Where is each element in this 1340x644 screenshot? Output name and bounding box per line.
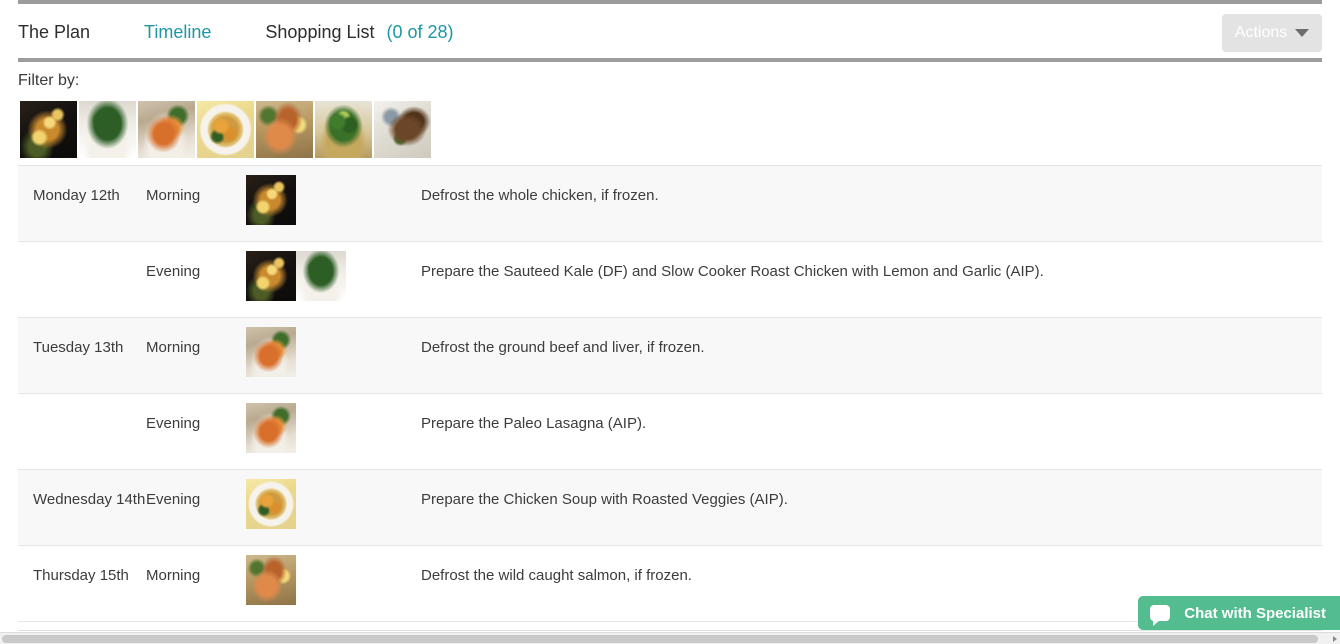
row-description: Defrost the whole chicken, if frozen. (421, 187, 659, 204)
page-root: The Plan Timeline Shopping List (0 of 28… (0, 0, 1340, 644)
row-thumbnail-group (246, 546, 421, 614)
row-time-label: Morning (146, 567, 201, 584)
actions-button[interactable]: Actions (1222, 14, 1322, 52)
table-row: Thursday 15th Morning Defrost the wild cau… (18, 546, 1322, 622)
row-time-label: Morning (146, 339, 201, 356)
row-thumbnail-group (246, 394, 421, 462)
row-thumbnail-paleo-lasagna[interactable] (246, 327, 296, 377)
nav-item-shopping-list[interactable]: Shopping List (265, 21, 374, 43)
row-time-label: Morning (146, 187, 201, 204)
top-divider (18, 0, 1322, 4)
scrollbar-thumb[interactable] (2, 635, 1318, 643)
row-day-label: Thursday 15th (33, 567, 129, 584)
row-thumbnail-wild-caught-salmon[interactable] (246, 555, 296, 605)
filter-thumbnail-roast-meat-plate[interactable] (374, 101, 431, 158)
row-description: Defrost the ground beef and liver, if fr… (421, 339, 705, 356)
row-thumbnail-group (246, 470, 421, 538)
table-row: Evening Prepare the Paleo Lasagna (AIP). (18, 394, 1322, 470)
row-day-label: Monday 12th (33, 187, 120, 204)
filter-thumbnail-paleo-lasagna[interactable] (138, 101, 195, 158)
actions-button-label: Actions (1234, 24, 1288, 41)
chat-with-specialist-button[interactable]: Chat with Specialist (1138, 596, 1340, 630)
row-description: Prepare the Paleo Lasagna (AIP). (421, 415, 647, 432)
row-time-label: Evening (146, 263, 201, 280)
shopping-list-count[interactable]: (0 of 28) (387, 22, 454, 43)
chevron-down-icon (1295, 29, 1310, 37)
row-description: Defrost the wild caught salmon, if froze… (421, 567, 692, 584)
row-description: Prepare the Chicken Soup with Roasted Ve… (421, 491, 788, 508)
row-day-label (18, 394, 146, 415)
table-row: Monday 12th Morning Defrost the whole chic… (18, 166, 1322, 242)
filter-thumbnail-chicken-soup-roasted-veggies[interactable] (197, 101, 254, 158)
row-thumbnail-slow-cooker-roast-chicken[interactable] (246, 175, 296, 225)
horizontal-scrollbar[interactable] (0, 632, 1340, 644)
row-thumbnail-group (246, 242, 421, 310)
row-time-label: Evening (146, 491, 201, 508)
row-thumbnail-group (246, 166, 421, 234)
row-thumbnail-group (246, 318, 421, 386)
row-time-label: Evening (146, 415, 201, 432)
scroll-right-arrow-icon[interactable] (1333, 636, 1337, 642)
row-day-label (18, 242, 146, 263)
speech-bubble-icon (1150, 605, 1171, 626)
filter-thumbnail-sauteed-kale[interactable] (79, 101, 136, 158)
filter-thumbnail-broccoli-bowl[interactable] (315, 101, 372, 158)
nav-item-timeline[interactable]: Timeline (144, 21, 211, 43)
table-row: Tuesday 13th Morning Defrost the ground be… (18, 318, 1322, 394)
table-row: Wednesday 14th Evening Prepare the Chicken… (18, 470, 1322, 546)
main-navigation: The Plan Timeline Shopping List (0 of 28… (18, 6, 1322, 58)
row-day-label: Tuesday 13th (33, 339, 124, 356)
filter-thumbnail-slow-cooker-roast-chicken[interactable] (20, 101, 77, 158)
row-thumbnail-slow-cooker-roast-chicken[interactable] (246, 251, 296, 301)
row-thumbnail-sauteed-kale[interactable] (296, 251, 346, 301)
row-thumbnail-paleo-lasagna[interactable] (246, 403, 296, 453)
row-thumbnail-chicken-soup-roasted-veggies[interactable] (246, 479, 296, 529)
chat-widget-label: Chat with Specialist (1184, 604, 1326, 622)
table-bottom-divider (18, 630, 1322, 631)
timeline-table: Monday 12th Morning Defrost the whole chic… (18, 165, 1322, 622)
filter-thumbnail-strip (20, 101, 431, 158)
nav-links: The Plan Timeline Shopping List (0 of 28… (18, 6, 454, 58)
filter-by-label: Filter by: (18, 72, 80, 89)
nav-bottom-divider (18, 58, 1322, 62)
row-description: Prepare the Sauteed Kale (DF) and Slow C… (421, 263, 1044, 280)
filter-thumbnail-wild-caught-salmon[interactable] (256, 101, 313, 158)
row-day-label: Wednesday 14th (33, 491, 146, 508)
nav-item-the-plan[interactable]: The Plan (18, 21, 90, 43)
table-row: Evening Prepare the Sauteed Kale (DF) and… (18, 242, 1322, 318)
